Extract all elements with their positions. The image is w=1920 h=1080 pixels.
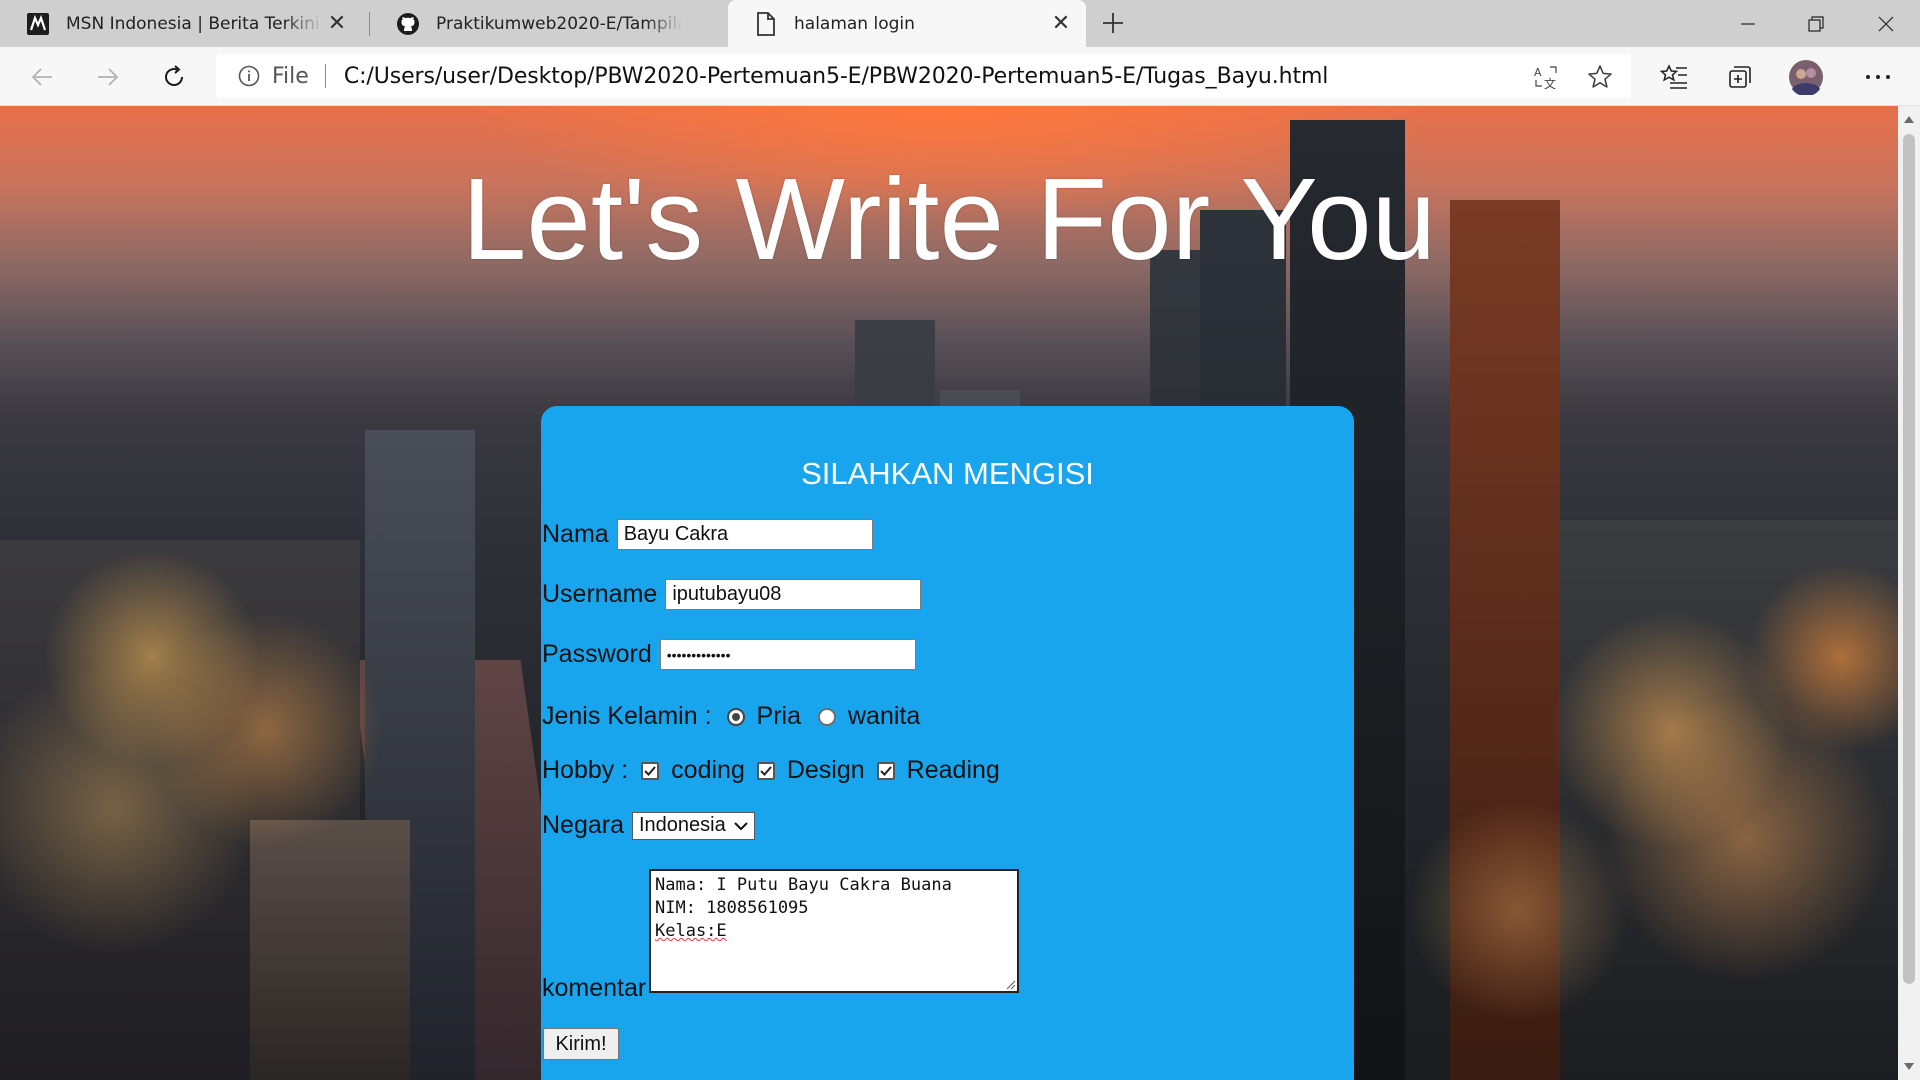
hobby-coding-label: coding <box>671 756 745 784</box>
github-icon <box>396 12 420 36</box>
hobby-row: Hobby : coding Design Reading <box>542 756 1000 785</box>
restore-button[interactable] <box>1782 0 1850 47</box>
login-form: SILAHKAN MENGISI Nama Bayu Cakra Usernam… <box>541 406 1354 1080</box>
hobby-reading-checkbox[interactable] <box>876 761 895 780</box>
translate-icon[interactable]: A文 <box>1530 61 1562 93</box>
page-icon <box>754 11 778 36</box>
nama-input[interactable]: Bayu Cakra <box>616 519 873 550</box>
info-icon[interactable] <box>236 63 262 89</box>
gender-wanita-radio[interactable] <box>818 707 836 726</box>
scroll-down-arrow-icon[interactable] <box>1898 1058 1920 1076</box>
hobby-coding-checkbox[interactable] <box>641 761 660 780</box>
komentar-textarea[interactable]: Nama: I Putu Bayu Cakra Buana NIM: 18085… <box>649 869 1019 993</box>
form-title: SILAHKAN MENGISI <box>801 456 1094 491</box>
password-input[interactable]: ••••••••••••• <box>659 639 916 670</box>
tab-title: Praktikumweb2020-E/Tampilan Login <box>436 13 682 34</box>
close-window-button[interactable] <box>1852 0 1920 47</box>
msn-icon <box>26 12 50 36</box>
komentar-row: komentar <box>542 974 646 1003</box>
page-viewport: Let's Write For You SILAHKAN MENGISI Nam… <box>0 106 1898 1080</box>
komentar-label: komentar <box>542 974 647 1002</box>
close-icon[interactable]: ✕ <box>1046 9 1076 39</box>
username-row: Username iputubayu08 <box>542 579 922 610</box>
hobby-reading-label: Reading <box>906 756 1000 784</box>
tab-github[interactable]: Praktikumweb2020-E/Tampilan Login ✕ <box>370 0 722 47</box>
tab-title: halaman login <box>794 13 915 34</box>
tab-bar: MSN Indonesia | Berita Terkini Hari Ini … <box>0 0 1920 47</box>
password-label: Password <box>542 640 652 668</box>
scrollbar-thumb[interactable] <box>1903 134 1915 984</box>
negara-row: Negara Indonesia <box>542 811 755 840</box>
hobby-design-checkbox[interactable] <box>756 761 775 780</box>
komentar-line: Kelas:E <box>655 921 727 941</box>
tab-title: MSN Indonesia | Berita Terkini Hari Ini <box>66 13 322 34</box>
nama-label: Nama <box>542 520 609 548</box>
tab-msn[interactable]: MSN Indonesia | Berita Terkini Hari Ini … <box>0 0 362 47</box>
gender-row: Jenis Kelamin : Pria wanita <box>542 702 920 731</box>
address-bar[interactable]: File C:/Users/user/Desktop/PBW2020-Perte… <box>216 54 1631 98</box>
submit-button[interactable]: Kirim! <box>543 1028 619 1060</box>
address-scheme-label: File <box>272 63 309 89</box>
komentar-line: NIM: 1808561095 <box>655 898 809 918</box>
new-tab-button[interactable] <box>1096 6 1130 40</box>
password-row: Password ••••••••••••• <box>542 639 916 670</box>
browser-toolbar: File C:/Users/user/Desktop/PBW2020-Perte… <box>0 47 1920 106</box>
profile-avatar[interactable] <box>1788 59 1824 95</box>
favorites-list-icon[interactable] <box>1656 59 1692 95</box>
hobby-design-label: Design <box>786 756 865 784</box>
refresh-button[interactable] <box>156 59 192 95</box>
negara-select[interactable]: Indonesia <box>632 811 755 840</box>
scroll-up-arrow-icon[interactable] <box>1898 110 1920 128</box>
username-label: Username <box>542 580 658 608</box>
page-scrollbar[interactable] <box>1898 106 1920 1080</box>
gender-label: Jenis Kelamin : <box>542 702 712 730</box>
komentar-line: Nama: I Putu Bayu Cakra Buana <box>655 875 952 895</box>
page-heading: Let's Write For You <box>461 154 1437 284</box>
username-input[interactable]: iputubayu08 <box>665 579 922 610</box>
back-button[interactable] <box>24 59 60 95</box>
chevron-down-icon <box>734 821 748 830</box>
collections-icon[interactable] <box>1722 59 1758 95</box>
favorite-star-icon[interactable] <box>1584 61 1616 93</box>
more-options-icon[interactable] <box>1860 59 1896 95</box>
resize-grip-icon[interactable] <box>1004 978 1016 990</box>
negara-selected-value: Indonesia <box>639 814 726 836</box>
svg-text:文: 文 <box>1544 76 1556 90</box>
gender-pria-label: Pria <box>756 702 801 730</box>
forward-button[interactable] <box>90 59 126 95</box>
minimize-button[interactable] <box>1714 0 1782 47</box>
tab-halaman-login[interactable]: halaman login ✕ <box>728 0 1086 47</box>
close-icon[interactable]: ✕ <box>322 9 352 39</box>
negara-label: Negara <box>542 811 624 839</box>
address-url[interactable]: C:/Users/user/Desktop/PBW2020-Pertemuan5… <box>344 64 1329 89</box>
gender-pria-radio[interactable] <box>726 707 745 726</box>
address-divider <box>324 64 326 88</box>
svg-text:A: A <box>1534 66 1542 79</box>
gender-wanita-label: wanita <box>848 702 921 730</box>
nama-row: Nama Bayu Cakra <box>542 519 873 550</box>
hobby-label: Hobby : <box>542 756 629 784</box>
